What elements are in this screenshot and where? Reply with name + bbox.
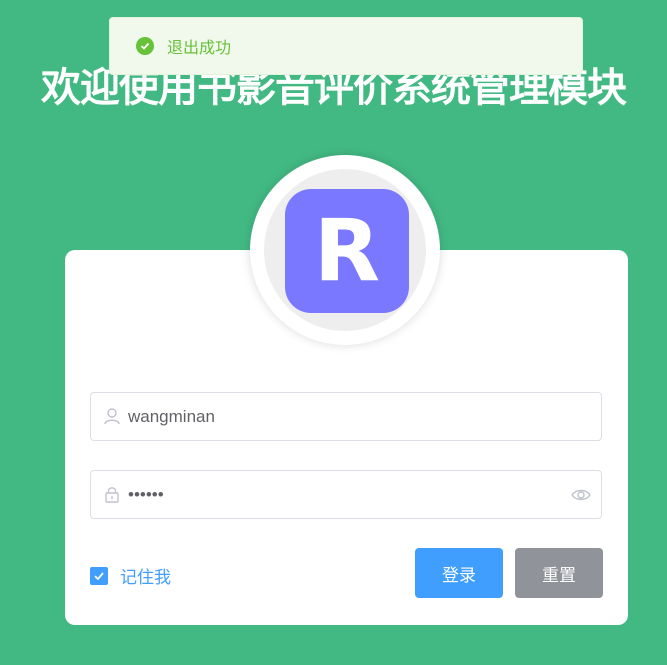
avatar: R <box>250 155 440 345</box>
username-input[interactable] <box>128 393 568 440</box>
lock-icon <box>103 485 121 503</box>
password-input[interactable] <box>128 471 568 518</box>
success-check-icon <box>136 37 154 55</box>
remember-me-checkbox[interactable]: 记住我 <box>90 563 171 588</box>
app-logo: R <box>285 189 409 313</box>
reset-button[interactable]: 重置 <box>515 548 603 598</box>
login-button[interactable]: 登录 <box>415 548 503 598</box>
success-toast: 退出成功 <box>109 17 583 75</box>
eye-icon[interactable] <box>571 486 591 504</box>
password-field[interactable] <box>90 470 602 519</box>
toast-message: 退出成功 <box>167 38 232 57</box>
checkbox-checked-icon[interactable] <box>90 566 108 585</box>
username-field[interactable] <box>90 392 602 441</box>
user-icon <box>103 407 121 425</box>
remember-me-label[interactable]: 记住我 <box>120 563 171 588</box>
